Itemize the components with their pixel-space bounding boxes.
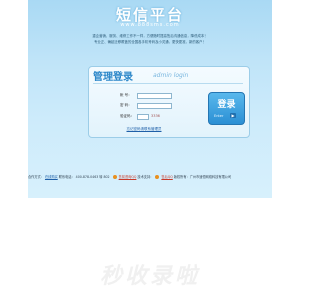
copyright-text: 版权所有：广州市速恒网络科技有限公司 (173, 175, 232, 179)
username-label: 帐 号： (120, 93, 132, 97)
login-title: 管理登录 (93, 72, 133, 83)
captcha-input[interactable] (137, 114, 149, 120)
buy-online-link[interactable]: 在线购买 (45, 172, 58, 182)
login-subtitle: admin login (153, 72, 189, 79)
arrow-right-icon: ▶ (230, 113, 236, 118)
captcha-label: 验证码： (120, 114, 134, 118)
app-url: www.888sms.com (120, 22, 180, 28)
qq-icon (155, 175, 160, 179)
login-panel: 管理登录 admin login 帐 号： 密 码： 验证码： 3336 登录 … (88, 66, 250, 138)
intro-text: 重企营销、服务、维修工作不一样，方便随时提高售后沟通信息，降低成本！ 专业正、确… (48, 33, 252, 45)
intro-line-2: 专业正、确起迁移覆盖的全国各手机号码及小灵通，更快更准，新的客户！ (94, 40, 206, 44)
watermark-text: 秒收录啦 (99, 264, 200, 289)
support-qq-link[interactable]: 售后QQ (161, 172, 172, 182)
enter-label: Enter (214, 114, 224, 118)
password-label: 密 码： (120, 103, 132, 107)
login-background: 短信平台 www.888sms.com 重企营销、服务、维修工作不一样，方便随时… (28, 0, 272, 198)
phone-number: 400-878-0463 转 802 (75, 175, 110, 179)
footer-prefix: 合作方式： (28, 175, 44, 179)
username-input[interactable] (137, 93, 172, 99)
qq-icon (112, 175, 117, 179)
login-button-label: 登录 (217, 100, 236, 110)
footer-bar: 合作方式： 在线购买 联系电话： 400-878-0463 转 802 售前咨询… (28, 172, 272, 182)
footer-sep-3: 技术支持： (137, 175, 154, 179)
footer-sep-1: 联系电话： (58, 175, 75, 179)
login-button[interactable]: 登录 Enter ▶ (208, 92, 245, 125)
password-input[interactable] (137, 103, 172, 109)
presales-qq-link[interactable]: 售前咨询QQ (119, 172, 137, 182)
captcha-image[interactable]: 3336 (151, 114, 160, 118)
forgot-password-link[interactable]: 忘记密码请联系管理员 (89, 127, 199, 132)
panel-divider (93, 83, 243, 84)
